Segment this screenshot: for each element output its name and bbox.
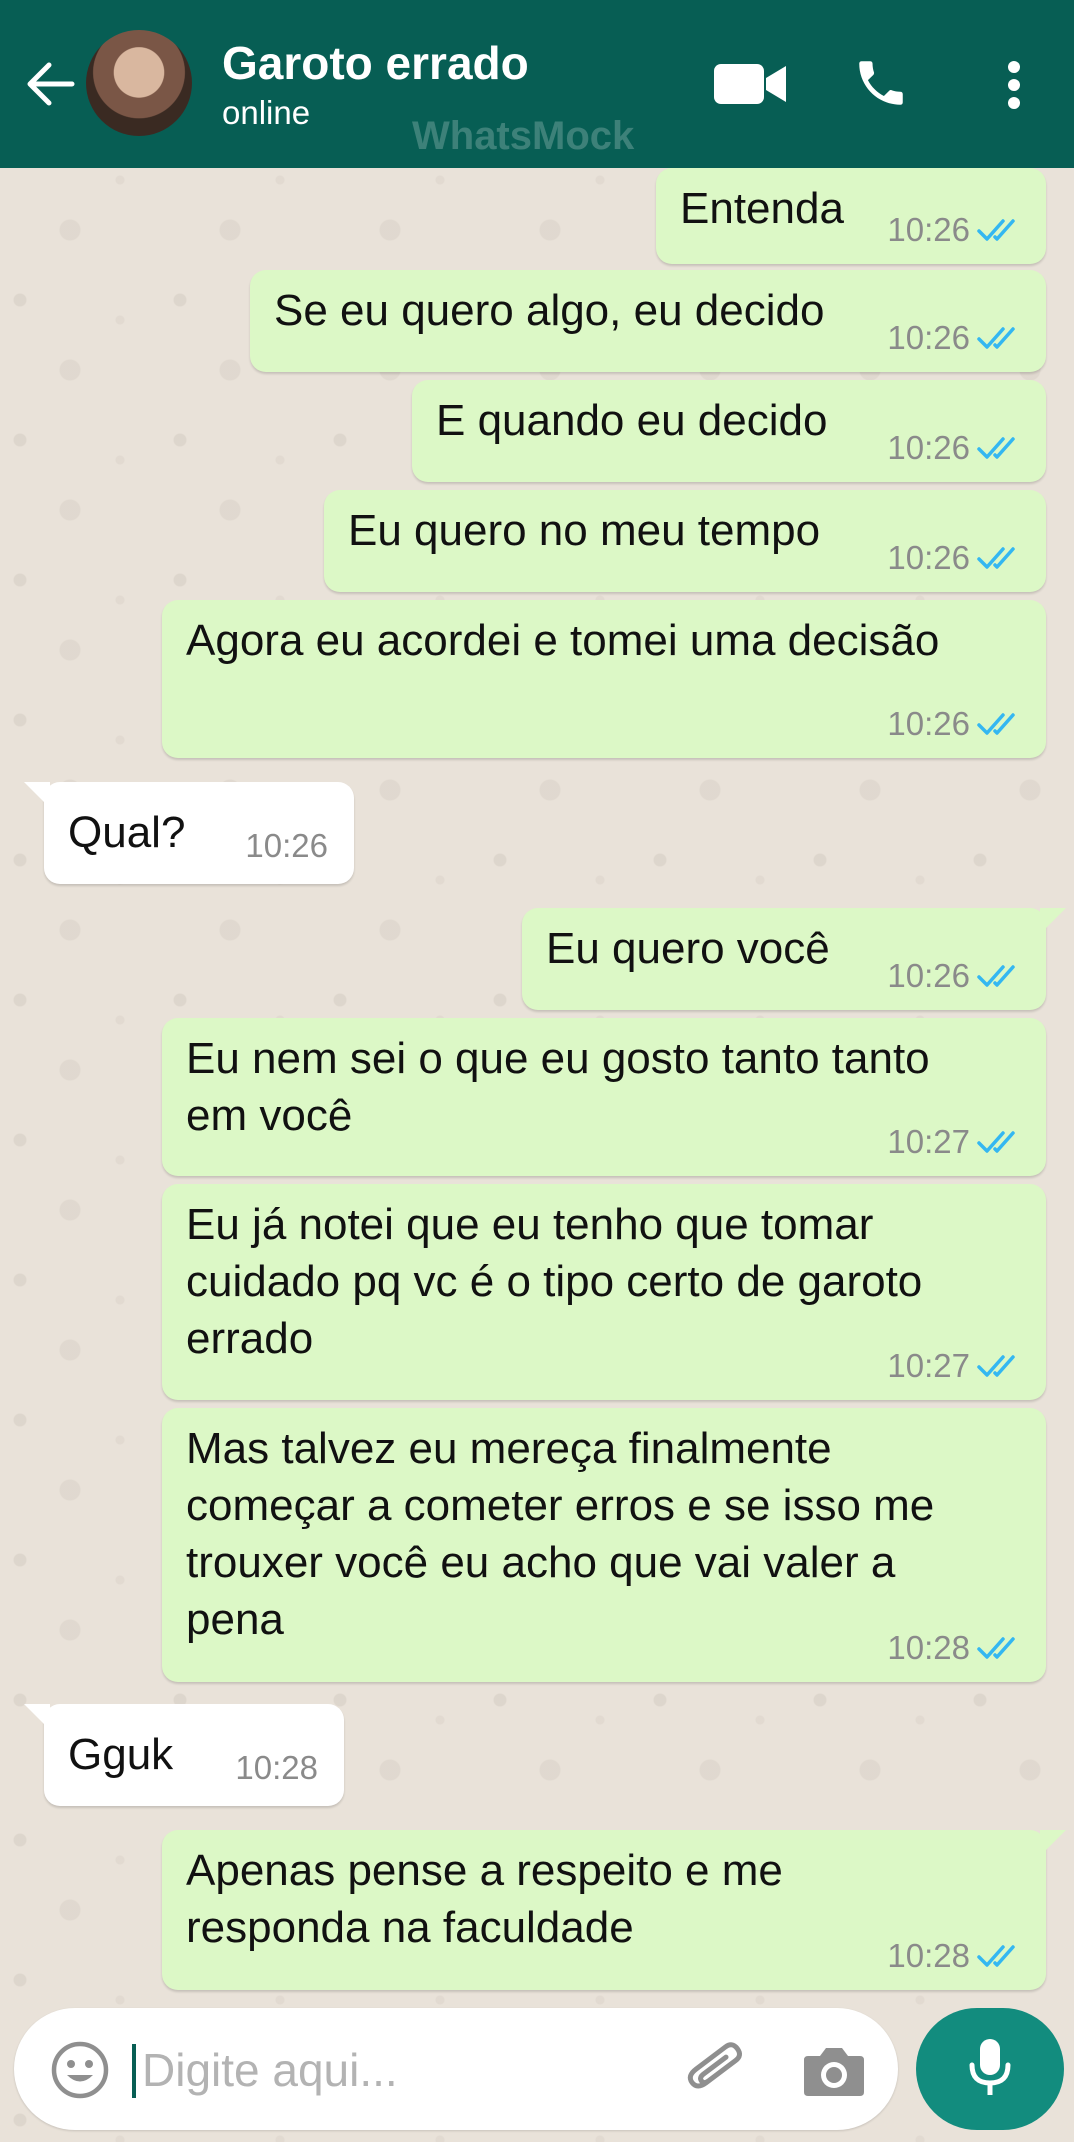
message-time: 10:26 [245,827,328,864]
attach-button[interactable] [682,2036,752,2106]
bubble-tail [24,1704,50,1730]
arrow-left-icon [27,62,75,106]
message-meta: 10:28 [887,1628,1024,1668]
emoji-button[interactable] [50,2040,110,2100]
double-check-icon [977,713,1015,735]
message-time: 10:28 [235,1749,318,1786]
message-text: Eu já notei que eu tenho que tomar cuida… [186,1200,923,1363]
message-bubble-incoming[interactable]: Gguk 10:28 [24,1704,344,1806]
message-time: 10:26 [887,539,970,576]
message-bubble-outgoing[interactable]: Entenda 10:26 [656,168,1046,264]
video-call-button[interactable] [712,56,788,112]
message-composer [14,2008,898,2130]
double-check-icon [977,327,1015,349]
more-options-button[interactable] [994,52,1034,118]
emoji-icon [51,2041,109,2099]
more-vert-icon [1008,61,1020,109]
text-cursor [132,2044,136,2098]
double-check-icon [977,437,1015,459]
message-bubble-outgoing[interactable]: Eu já notei que eu tenho que tomar cuida… [162,1184,1046,1400]
camera-icon [804,2048,864,2096]
contact-name[interactable]: Garoto errado [222,36,529,90]
message-time: 10:26 [887,429,970,466]
message-text: E quando eu decido [436,396,828,445]
message-time: 10:26 [887,211,970,248]
message-meta: 10:27 [887,1346,1024,1386]
message-bubble-incoming[interactable]: Qual? 10:26 [24,782,354,884]
watermark-text: WhatsMock [412,114,635,158]
message-bubble-outgoing[interactable]: E quando eu decido 10:26 [412,380,1046,482]
message-text: Entenda [680,184,844,233]
message-time: 10:27 [887,1123,970,1160]
message-text: Eu quero no meu tempo [348,506,821,555]
message-text: Agora eu acordei e tomei uma decisão [186,616,940,665]
video-call-icon [714,64,786,104]
message-meta: 10:28 [887,1936,1024,1976]
voice-message-button[interactable] [916,2008,1064,2130]
message-text: Eu quero você [546,924,830,973]
message-time: 10:26 [887,705,970,742]
bubble-tail [1040,908,1066,934]
message-meta: 10:28 [235,1748,318,1788]
message-bubble-outgoing[interactable]: Mas talvez eu mereça finalmente começar … [162,1408,1046,1682]
message-bubble-outgoing[interactable]: Eu quero no meu tempo 10:26 [324,490,1046,592]
message-meta: 10:26 [887,538,1024,578]
message-bubble-outgoing[interactable]: Eu quero você 10:26 [522,908,1066,1010]
message-text: Mas talvez eu mereça finalmente começar … [186,1424,935,1644]
message-text: Apenas pense a respeito e me responda na… [186,1846,783,1952]
phone-icon [859,61,903,105]
message-time: 10:28 [887,1937,970,1974]
chat-header: Garoto errado online WhatsMock [0,0,1074,168]
paperclip-icon [687,2042,742,2089]
message-text: Eu nem sei o que eu gosto tanto tanto em… [186,1034,930,1140]
double-check-icon [977,1131,1015,1153]
message-meta: 10:26 [887,704,1024,744]
message-text: Se eu quero algo, eu decido [274,286,825,335]
message-meta: 10:26 [887,428,1024,468]
message-time: 10:28 [887,1629,970,1666]
double-check-icon [977,1355,1015,1377]
message-meta: 10:26 [887,956,1024,996]
double-check-icon [977,547,1015,569]
message-time: 10:26 [887,319,970,356]
voice-call-button[interactable] [848,50,914,116]
message-time: 10:26 [887,957,970,994]
camera-button[interactable] [802,2042,866,2100]
bubble-tail [1040,1830,1066,1856]
message-meta: 10:27 [887,1122,1024,1162]
double-check-icon [977,219,1015,241]
bubble-tail [24,782,50,808]
message-meta: 10:26 [887,210,1024,250]
contact-avatar[interactable] [86,30,192,136]
mic-icon [969,2039,1011,2095]
double-check-icon [977,1637,1015,1659]
message-input[interactable] [140,2036,664,2104]
message-text: Qual? [68,808,186,857]
message-meta: 10:26 [245,826,328,866]
message-bubble-outgoing[interactable]: Se eu quero algo, eu decido 10:26 [250,270,1046,372]
message-bubble-outgoing[interactable]: Agora eu acordei e tomei uma decisão 10:… [162,600,1046,758]
back-button[interactable] [22,56,78,112]
double-check-icon [977,965,1015,987]
double-check-icon [977,1945,1015,1967]
message-bubble-outgoing[interactable]: Apenas pense a respeito e me responda na… [162,1830,1066,1990]
message-text: Gguk [68,1730,174,1779]
contact-status: online [222,94,311,131]
message-bubble-outgoing[interactable]: Eu nem sei o que eu gosto tanto tanto em… [162,1018,1046,1176]
message-time: 10:27 [887,1347,970,1384]
message-meta: 10:26 [887,318,1024,358]
